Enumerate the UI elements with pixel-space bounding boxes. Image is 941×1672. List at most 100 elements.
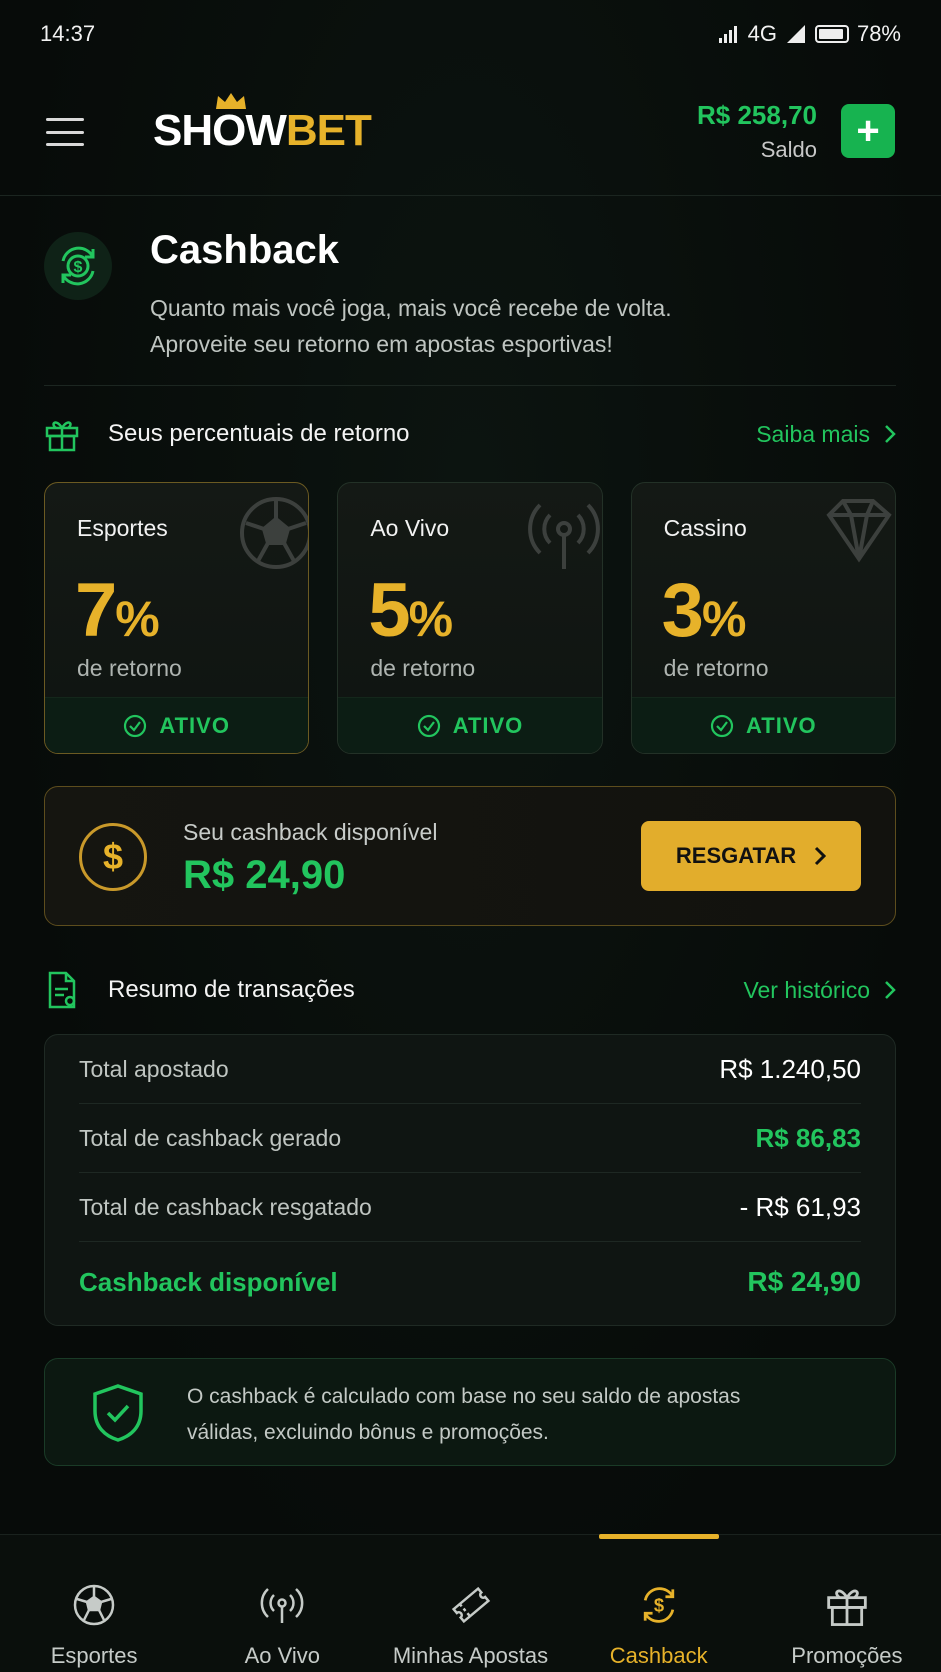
learn-more-link[interactable]: Saiba mais [756, 421, 896, 448]
row-label: Total apostado [79, 1055, 229, 1082]
menu-icon[interactable] [46, 118, 84, 146]
page-title: Cashback [150, 228, 339, 272]
status-label: ATIVO [159, 712, 230, 738]
status-label: ATIVO [452, 712, 524, 738]
row-value: R$ 24,90 [747, 1266, 861, 1297]
check-circle-icon [124, 714, 147, 737]
nav-label: Promoções [791, 1643, 903, 1668]
cashback-icon: $ [44, 232, 112, 300]
logo-text-white: SHOW [153, 106, 287, 155]
add-funds-button[interactable]: + [841, 104, 895, 158]
available-label: Seu cashback disponível [183, 819, 438, 845]
redeem-label: RESGATAR [675, 843, 797, 868]
cashback-icon: $ [635, 1581, 683, 1629]
row-value: - R$ 61,93 [739, 1191, 861, 1222]
status-bar: 14:37 4G 78% [0, 0, 941, 68]
card-status: ATIVO [631, 697, 895, 753]
percent-value: 7 [75, 568, 117, 653]
chevron-right-icon [885, 981, 896, 999]
card-percent: 3% [662, 567, 747, 654]
table-row: Total de cashback gerado R$ 86,83 [79, 1104, 861, 1173]
info-line-1: O cashback é calculado com base no seu s… [187, 1385, 741, 1408]
percent-value: 5 [368, 568, 410, 653]
status-label: ATIVO [746, 712, 817, 738]
percents-section-header: Seus percentuais de retorno Saiba mais [44, 414, 896, 454]
balance: R$ 258,70 Saldo [697, 100, 817, 163]
card-subtitle: de retorno [370, 655, 476, 681]
row-value: R$ 1.240,50 [719, 1053, 861, 1084]
nav-label: Ao Vivo [244, 1643, 321, 1668]
info-text: O cashback é calculado com base no seu s… [187, 1379, 867, 1451]
soccer-ball-icon [240, 497, 309, 569]
card-name: Ao Vivo [370, 515, 450, 541]
page: 14:37 4G 78% SHOWBET R$ 258,70 Saldo + $ [0, 0, 941, 1672]
transactions-title: Resumo de transações [108, 976, 355, 1003]
description-line-2: Aproveite seu retorno em apostas esporti… [150, 331, 613, 357]
nav-minhas-apostas[interactable]: Minhas Apostas [376, 1535, 564, 1672]
page-description: Quanto mais você joga, mais você recebe … [150, 290, 870, 362]
table-row: Total apostado R$ 1.240,50 [79, 1035, 861, 1104]
chevron-right-icon [815, 846, 827, 866]
card-status: ATIVO [45, 697, 309, 753]
info-notice: O cashback é calculado com base no seu s… [44, 1358, 896, 1466]
percent-sign: % [115, 591, 160, 647]
row-label: Total de cashback gerado [79, 1124, 342, 1151]
app-header: SHOWBET R$ 258,70 Saldo + [0, 68, 941, 196]
row-value: R$ 86,83 [755, 1122, 861, 1153]
percent-cards: Esportes 7% de retorno ATIVO Ao Vivo 5% … [44, 482, 896, 754]
card-ao-vivo[interactable]: Ao Vivo 5% de retorno ATIVO [337, 482, 603, 754]
network-type: 4G [747, 21, 777, 46]
dollar-coin-icon: $ [79, 823, 147, 891]
gift-icon [44, 414, 88, 454]
row-label: Total de cashback resgatado [79, 1193, 372, 1220]
row-label: Cashback disponível [79, 1266, 338, 1297]
learn-more-label: Saiba mais [756, 420, 870, 447]
nav-promocoes[interactable]: Promoções [753, 1535, 941, 1672]
available-cashback-panel: $ Seu cashback disponível R$ 24,90 RESGA… [44, 786, 896, 926]
info-line-2: válidas, excluindo bônus e promoções. [187, 1421, 549, 1444]
nav-label: Esportes [50, 1643, 138, 1668]
crown-icon [216, 93, 246, 109]
card-name: Esportes [77, 515, 168, 541]
transactions-summary: Total apostado R$ 1.240,50 Total de cash… [44, 1034, 896, 1326]
card-percent: 7% [75, 567, 160, 654]
table-row: Total de cashback resgatado - R$ 61,93 [79, 1173, 861, 1242]
broadcast-icon [527, 503, 600, 569]
nav-cashback[interactable]: $ Cashback [565, 1535, 753, 1672]
card-status: ATIVO [338, 697, 602, 753]
divider [44, 385, 896, 386]
signal-icon [718, 26, 737, 43]
nav-label: Minhas Apostas [392, 1643, 549, 1668]
percents-title: Seus percentuais de retorno [108, 420, 410, 447]
battery-icon [814, 25, 849, 43]
available-amount: R$ 24,90 [183, 853, 346, 897]
ticket-icon [447, 1581, 495, 1629]
nav-esportes[interactable]: Esportes [0, 1535, 188, 1672]
status-right: 4G 78% [718, 21, 901, 47]
broadcast-icon [258, 1581, 306, 1629]
balance-label: Saldo [760, 137, 817, 162]
view-history-label: Ver histórico [743, 976, 870, 1003]
logo-text-yellow: BET [285, 106, 372, 155]
table-row-total: Cashback disponível R$ 24,90 [79, 1242, 861, 1322]
percent-sign: % [701, 591, 747, 647]
card-percent: 5% [368, 567, 453, 654]
shield-check-icon [93, 1384, 143, 1442]
showbet-logo[interactable]: SHOWBET [153, 93, 372, 156]
transactions-section-header: Resumo de transações Ver histórico [44, 970, 896, 1010]
percent-value: 3 [661, 568, 704, 653]
signal-triangle-icon [786, 25, 805, 43]
card-esportes[interactable]: Esportes 7% de retorno ATIVO [44, 482, 310, 754]
svg-text:$: $ [74, 259, 83, 276]
chevron-right-icon [885, 425, 896, 443]
nav-ao-vivo[interactable]: Ao Vivo [188, 1535, 376, 1672]
view-history-link[interactable]: Ver histórico [743, 977, 896, 1004]
card-name: Cassino [663, 515, 747, 541]
balance-amount: R$ 258,70 [697, 100, 817, 130]
card-cassino[interactable]: Cassino 3% de retorno ATIVO [630, 482, 896, 754]
card-subtitle: de retorno [663, 655, 769, 681]
redeem-button[interactable]: RESGATAR [641, 821, 861, 891]
soccer-ball-icon [70, 1581, 118, 1629]
gift-icon [823, 1581, 871, 1629]
nav-label: Cashback [609, 1643, 708, 1668]
